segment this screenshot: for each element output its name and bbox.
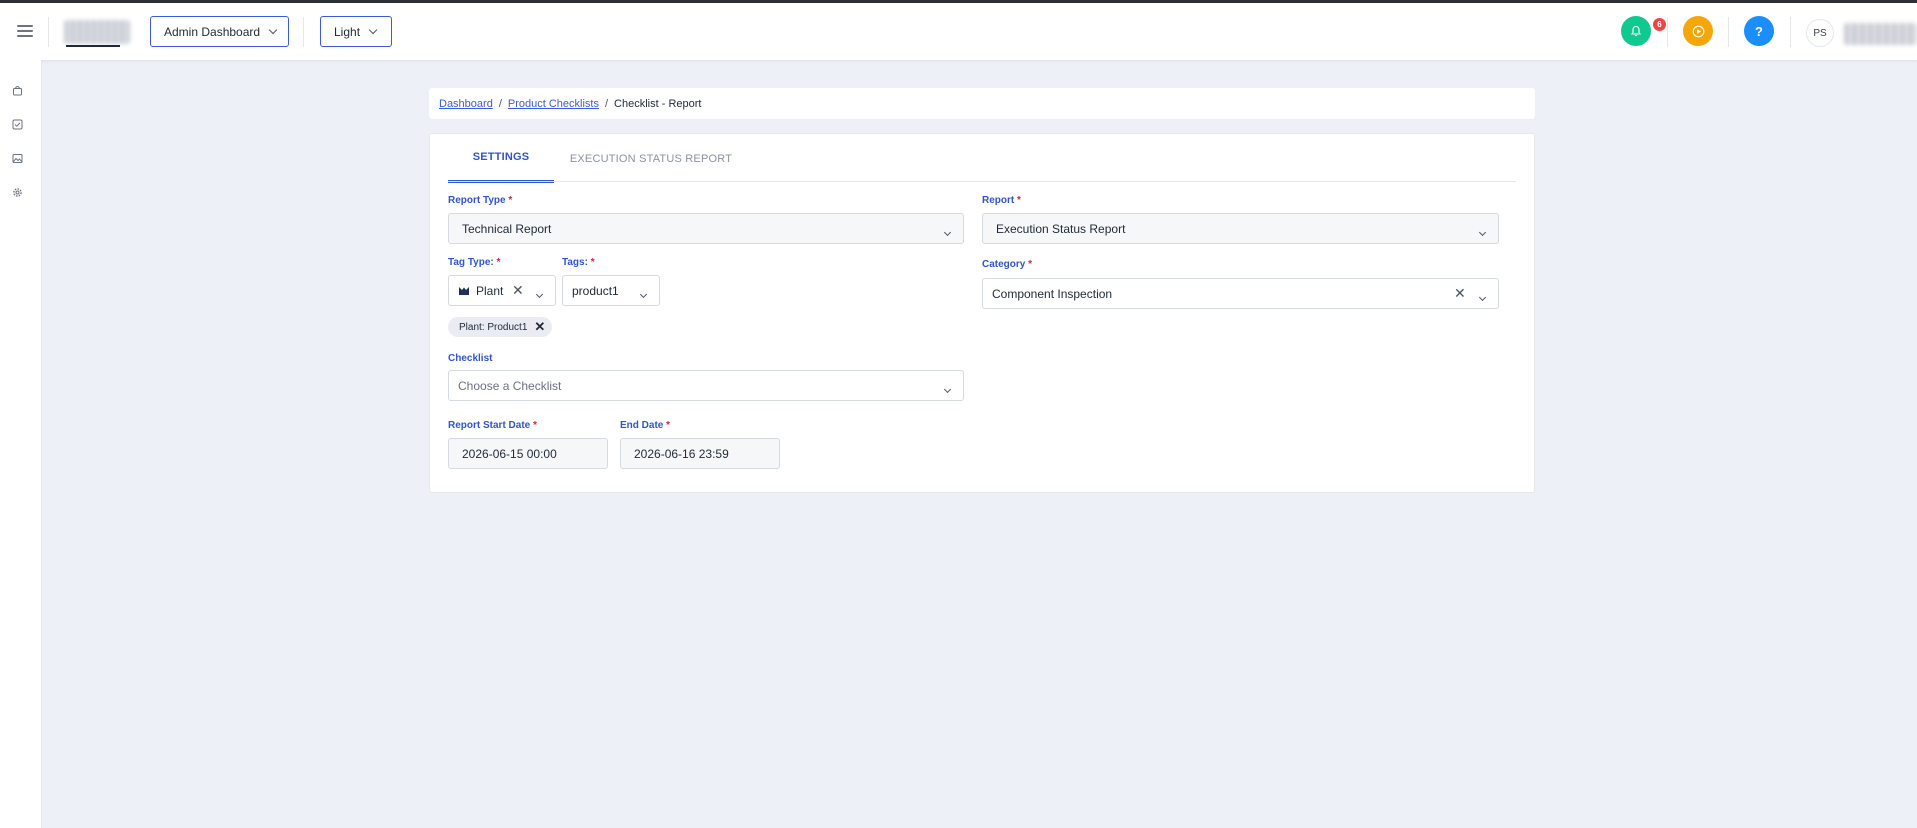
tag-type-select[interactable]: Plant ✕ — [448, 275, 556, 306]
divider — [1790, 17, 1791, 47]
start-date-value: 2026-06-15 00:00 — [462, 446, 557, 461]
chevron-down-icon — [639, 290, 648, 299]
report-type-select[interactable]: Technical Report — [448, 213, 964, 244]
required-marker: * — [1028, 259, 1033, 270]
chevron-down-icon — [1478, 293, 1487, 302]
bell-icon — [1630, 25, 1642, 37]
chevron-down-icon — [1478, 228, 1487, 237]
required-marker: * — [533, 420, 537, 431]
breadcrumb-link-product-checklists[interactable]: Product Checklists — [508, 98, 599, 110]
category-label: Category * — [982, 259, 1032, 270]
theme-select-value: Light — [334, 24, 361, 39]
tag-type-value: Plant — [476, 283, 504, 298]
settings-icon[interactable] — [12, 187, 23, 198]
checklist-placeholder: Choose a Checklist — [458, 378, 562, 393]
close-icon[interactable]: ✕ — [534, 319, 545, 335]
end-date-label: End Date * — [620, 420, 670, 431]
report-settings-card: SETTINGS EXECUTION STATUS REPORT Report … — [429, 133, 1535, 493]
notifications-button[interactable] — [1621, 16, 1651, 46]
hamburger-icon[interactable] — [17, 25, 33, 39]
required-marker: * — [590, 257, 595, 268]
category-label-text: Category — [982, 259, 1026, 270]
dashboard-select[interactable]: Admin Dashboard — [150, 16, 289, 47]
checklist-icon[interactable] — [12, 119, 23, 130]
end-date-input[interactable]: 2026-06-16 23:59 — [620, 438, 780, 469]
help-icon: ? — [1755, 23, 1763, 39]
selected-tag-chip-label: Plant: Product1 — [459, 321, 528, 333]
report-type-label: Report Type * — [448, 195, 512, 206]
help-button[interactable]: ? — [1744, 16, 1774, 46]
sidebar — [0, 60, 42, 828]
notification-count-badge: 6 — [1653, 18, 1666, 31]
play-icon — [1692, 25, 1704, 37]
start-date-input[interactable]: 2026-06-15 00:00 — [448, 438, 608, 469]
category-value: Component Inspection — [992, 286, 1113, 301]
tag-type-label-text: Tag Type: — [448, 257, 494, 268]
theme-select[interactable]: Light — [320, 16, 392, 47]
breadcrumb-separator: / — [604, 97, 609, 110]
tag-type-label: Tag Type: * — [448, 257, 500, 268]
selected-tag-chip: Plant: Product1 ✕ — [448, 317, 553, 337]
chevron-down-icon — [368, 25, 378, 34]
start-date-label-text: Report Start Date — [448, 420, 531, 431]
report-type-value: Technical Report — [462, 221, 552, 236]
chevron-down-icon — [535, 290, 544, 299]
chevron-down-icon — [943, 228, 952, 237]
breadcrumb: Dashboard / Product Checklists / Checkli… — [429, 88, 1535, 119]
tab-execution-status-report[interactable]: EXECUTION STATUS REPORT — [562, 134, 740, 183]
required-marker: * — [666, 420, 671, 431]
clear-icon[interactable]: ✕ — [512, 283, 524, 297]
checklist-label: Checklist — [448, 353, 493, 364]
required-marker: * — [496, 257, 501, 268]
tags-select[interactable]: product1 — [562, 275, 660, 306]
avatar-initials: PS — [1813, 27, 1827, 39]
tags-label-text: Tags: — [562, 257, 588, 268]
report-value: Execution Status Report — [996, 221, 1126, 236]
end-date-label-text: End Date — [620, 420, 664, 431]
tags-value: product1 — [572, 283, 619, 298]
dashboard-select-value: Admin Dashboard — [164, 24, 261, 39]
top-bar: Admin Dashboard Light 6 ? PS — [0, 3, 1917, 60]
bag-icon[interactable] — [12, 85, 23, 96]
report-select[interactable]: Execution Status Report — [982, 213, 1499, 244]
chevron-down-icon — [268, 25, 278, 34]
plant-icon — [459, 286, 469, 295]
report-label-text: Report — [982, 195, 1015, 206]
breadcrumb-current: Checklist - Report — [614, 97, 702, 110]
play-button[interactable] — [1683, 16, 1713, 46]
report-label: Report * — [982, 195, 1021, 206]
divider — [1667, 17, 1668, 47]
image-icon[interactable] — [12, 153, 23, 164]
report-type-label-text: Report Type — [448, 195, 506, 206]
required-marker: * — [508, 195, 513, 206]
breadcrumb-separator: / — [498, 97, 502, 110]
tab-settings[interactable]: SETTINGS — [448, 134, 554, 183]
avatar[interactable]: PS — [1806, 19, 1834, 47]
user-name[interactable] — [1844, 23, 1917, 45]
logo-underline — [66, 45, 120, 47]
start-date-label: Report Start Date * — [448, 420, 537, 431]
tabs-divider — [448, 181, 1516, 182]
required-marker: * — [1017, 195, 1021, 206]
divider — [48, 17, 49, 47]
divider — [303, 17, 304, 47]
breadcrumb-link-dashboard[interactable]: Dashboard — [439, 98, 493, 110]
divider — [1728, 17, 1729, 47]
chevron-down-icon — [943, 385, 952, 394]
clear-icon[interactable]: ✕ — [1454, 286, 1466, 300]
logo — [64, 20, 130, 44]
checklist-select[interactable]: Choose a Checklist — [448, 370, 964, 401]
end-date-value: 2026-06-16 23:59 — [634, 446, 729, 461]
category-select[interactable]: Component Inspection ✕ — [982, 278, 1499, 309]
tags-label: Tags: * — [562, 257, 595, 268]
